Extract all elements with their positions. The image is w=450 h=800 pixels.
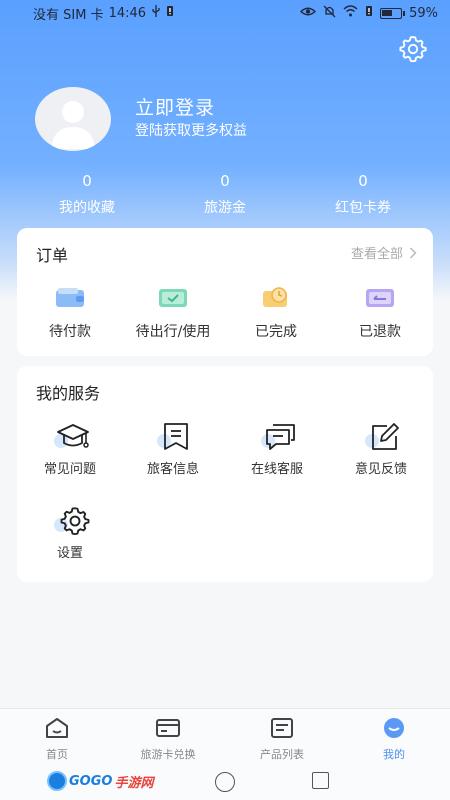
tab-label: 产品列表 (260, 748, 304, 761)
stat-label: 红包卡券 (335, 200, 391, 216)
refund-icon (364, 286, 396, 310)
wifi-icon (343, 5, 358, 21)
orders-title: 订单 (36, 246, 69, 265)
order-label: 已完成 (255, 324, 297, 340)
watermark-logo: GOGO 手游网 (47, 768, 153, 794)
system-nav-bar: GOGO 手游网 (0, 766, 450, 800)
tab-card-exchange[interactable]: 旅游卡兑换 (113, 717, 223, 762)
orders-card: 订单 查看全部 待付款 待出行/使用 已完成 已退款 (17, 228, 433, 356)
service-label: 设置 (56, 546, 83, 561)
usb-icon (151, 5, 161, 21)
stat-favorites[interactable]: 0 我的收藏 (27, 172, 147, 217)
alert-icon (166, 5, 174, 21)
bookmark-icon (153, 422, 193, 454)
tab-product-list[interactable]: 产品列表 (227, 717, 337, 762)
battery-level (382, 9, 393, 16)
stat-coupons[interactable]: 0 红包卡券 (303, 172, 423, 217)
service-passenger-info[interactable]: 旅客信息 (121, 422, 225, 477)
profile-icon (384, 718, 404, 738)
order-completed[interactable]: 已完成 (226, 286, 326, 341)
battery-percent: 59% (409, 5, 438, 21)
edit-icon (361, 422, 401, 454)
nav-home-button[interactable] (215, 772, 235, 792)
default-user-icon (51, 101, 95, 149)
bottom-tab-bar: 首页 旅游卡兑换 产品列表 我的 (0, 708, 450, 766)
watermark-brand: GOGO (69, 773, 113, 789)
service-label: 常见问题 (43, 462, 96, 477)
alert-icon-2 (365, 5, 373, 21)
chat-icon (257, 422, 297, 454)
gear-icon (50, 506, 90, 538)
avatar[interactable] (35, 87, 111, 151)
clock-text: 14:46 (108, 5, 147, 21)
service-feedback[interactable]: 意见反馈 (329, 422, 433, 477)
card-icon (156, 719, 180, 737)
order-refunded[interactable]: 已退款 (330, 286, 430, 341)
wallet-icon (54, 286, 86, 310)
tab-label: 首页 (46, 748, 68, 761)
login-title[interactable]: 立即登录 (135, 93, 215, 120)
order-label: 待付款 (49, 324, 91, 340)
stat-value: 0 (358, 172, 368, 190)
stat-value: 0 (82, 172, 92, 190)
watermark-icon (47, 771, 67, 791)
services-card: 我的服务 常见问题 旅客信息 在线客服 意见反馈 设置 (17, 366, 433, 582)
tab-label: 旅游卡兑换 (140, 748, 196, 761)
mute-bell-icon (323, 5, 336, 22)
carrier-text: 没有 SIM 卡 (33, 7, 104, 23)
stat-label: 我的收藏 (59, 200, 115, 216)
view-all-label: 查看全部 (350, 247, 403, 262)
status-bar: 没有 SIM 卡 14:46 59% (0, 0, 450, 26)
stat-value: 0 (220, 172, 230, 190)
login-subtitle[interactable]: 登陆获取更多权益 (135, 120, 247, 140)
services-title: 我的服务 (36, 384, 101, 403)
service-faq[interactable]: 常见问题 (18, 422, 122, 477)
eye-icon (300, 6, 317, 21)
graduation-cap-icon (50, 422, 90, 454)
battery-icon (380, 7, 406, 19)
service-label: 在线客服 (250, 462, 303, 477)
tab-label: 我的 (383, 748, 405, 761)
service-online-support[interactable]: 在线客服 (225, 422, 329, 477)
order-label: 待出行/使用 (135, 324, 211, 340)
watermark-brand-suffix: 手游网 (114, 775, 154, 791)
list-icon (271, 718, 293, 738)
service-label: 意见反馈 (354, 462, 407, 477)
chevron-right-icon (409, 246, 417, 259)
stat-label: 旅游金 (204, 200, 246, 216)
nav-recents-button[interactable] (312, 772, 329, 789)
settings-button[interactable] (398, 34, 428, 64)
stat-travel-gold[interactable]: 0 旅游金 (165, 172, 285, 217)
gear-icon (399, 36, 427, 63)
service-settings[interactable]: 设置 (18, 506, 122, 561)
tab-home[interactable]: 首页 (2, 717, 112, 762)
order-pending-use[interactable]: 待出行/使用 (123, 286, 223, 341)
order-label: 已退款 (359, 324, 401, 340)
clock-done-icon (260, 286, 292, 310)
order-pending-payment[interactable]: 待付款 (20, 286, 120, 341)
tab-mine[interactable]: 我的 (339, 717, 449, 762)
ticket-check-icon (157, 286, 189, 310)
view-all-orders-link[interactable]: 查看全部 (351, 243, 417, 262)
service-label: 旅客信息 (146, 462, 199, 477)
home-icon (46, 718, 68, 738)
